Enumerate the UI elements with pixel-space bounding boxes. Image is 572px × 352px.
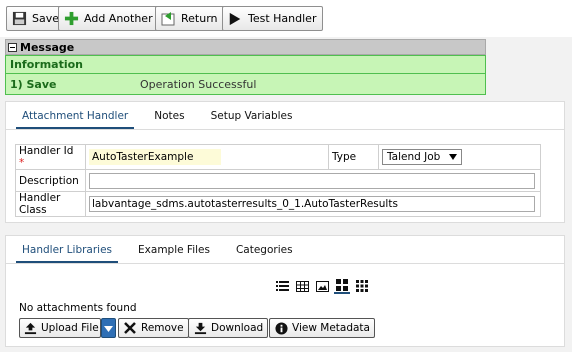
download-button[interactable]: Download <box>188 318 269 338</box>
message-item-value: Operation Successful <box>140 77 257 91</box>
description-label: Description <box>15 169 86 192</box>
message-box: Message Information 1) Save Operation Su… <box>5 39 486 95</box>
return-button[interactable]: Return <box>155 6 225 31</box>
tab-setup-variables[interactable]: Setup Variables <box>205 110 299 129</box>
remove-button[interactable]: Remove <box>118 318 189 338</box>
message-category: Information <box>5 55 486 74</box>
attachment-tabs: Attachment Handler Notes Setup Variables <box>6 102 564 130</box>
upload-icon <box>24 321 37 335</box>
tab-categories[interactable]: Categories <box>230 244 299 263</box>
description-input[interactable] <box>89 172 535 189</box>
return-icon <box>160 11 176 27</box>
handler-class-cell: labvantage_sdms.autotasterresults_0_1.Au… <box>85 191 541 217</box>
download-label: Download <box>211 322 264 334</box>
tab-example-files[interactable]: Example Files <box>132 244 216 263</box>
close-icon <box>123 321 137 335</box>
add-another-label: Add Another <box>84 12 153 25</box>
view-metadata-button[interactable]: View Metadata <box>269 318 375 338</box>
view-mode-toolbar <box>274 278 370 294</box>
message-item-key: 1) Save <box>10 77 57 91</box>
handler-id-label: Handler Id <box>19 145 74 157</box>
dropdown-arrow-icon <box>449 151 457 163</box>
test-handler-button[interactable]: Test Handler <box>222 6 324 31</box>
message-header[interactable]: Message <box>5 39 486 55</box>
floppy-disk-icon <box>11 11 27 27</box>
handler-id-label-cell: Handler Id * <box>15 144 86 170</box>
large-grid-view-icon[interactable] <box>334 278 350 294</box>
required-marker: * <box>19 157 25 169</box>
tab-notes[interactable]: Notes <box>148 110 190 129</box>
info-icon <box>274 321 288 335</box>
view-metadata-label: View Metadata <box>292 322 370 334</box>
handler-class-label: Handler Class <box>15 191 86 217</box>
upload-options-dropdown[interactable] <box>101 318 116 338</box>
table-view-icon[interactable] <box>294 278 310 294</box>
no-attachments-text: No attachments found <box>19 302 137 314</box>
tab-handler-libraries[interactable]: Handler Libraries <box>16 244 119 263</box>
description-cell <box>85 169 541 192</box>
libraries-tabs: Handler Libraries Example Files Categori… <box>6 236 564 264</box>
download-icon <box>193 321 207 335</box>
tab-attachment-handler[interactable]: Attachment Handler <box>16 110 135 129</box>
type-cell: Talend Job <box>378 144 541 170</box>
toolbar: Save Add Another Return Test Handler <box>0 0 572 37</box>
save-button[interactable]: Save <box>6 6 67 31</box>
collapse-icon[interactable] <box>8 42 17 52</box>
type-label: Type <box>328 144 379 170</box>
test-handler-label: Test Handler <box>248 12 317 25</box>
type-select-value: Talend Job <box>387 151 441 163</box>
upload-file-label: Upload File <box>41 322 99 334</box>
image-view-icon[interactable] <box>314 278 330 294</box>
small-grid-view-icon[interactable] <box>354 278 370 294</box>
handler-form: Handler Id * AutoTasterExample Type Tale… <box>15 144 541 217</box>
message-item: 1) Save Operation Successful <box>5 74 486 95</box>
plus-icon <box>63 11 79 27</box>
type-select[interactable]: Talend Job <box>382 149 462 165</box>
list-view-icon[interactable] <box>274 278 290 294</box>
upload-file-button[interactable]: Upload File <box>19 318 101 338</box>
handler-class-input[interactable]: labvantage_sdms.autotasterresults_0_1.Au… <box>89 196 535 212</box>
return-label: Return <box>181 12 218 25</box>
save-label: Save <box>32 12 60 25</box>
attachment-handler-panel: Attachment Handler Notes Setup Variables… <box>5 101 565 223</box>
play-icon <box>227 11 243 27</box>
handler-id-input[interactable]: AutoTasterExample <box>89 149 221 165</box>
handler-id-cell: AutoTasterExample <box>85 144 329 170</box>
handler-libraries-panel: Handler Libraries Example Files Categori… <box>5 235 565 347</box>
add-another-button[interactable]: Add Another <box>58 6 160 31</box>
remove-label: Remove <box>141 322 184 334</box>
message-title: Message <box>20 40 75 54</box>
caret-down-icon <box>104 322 113 335</box>
